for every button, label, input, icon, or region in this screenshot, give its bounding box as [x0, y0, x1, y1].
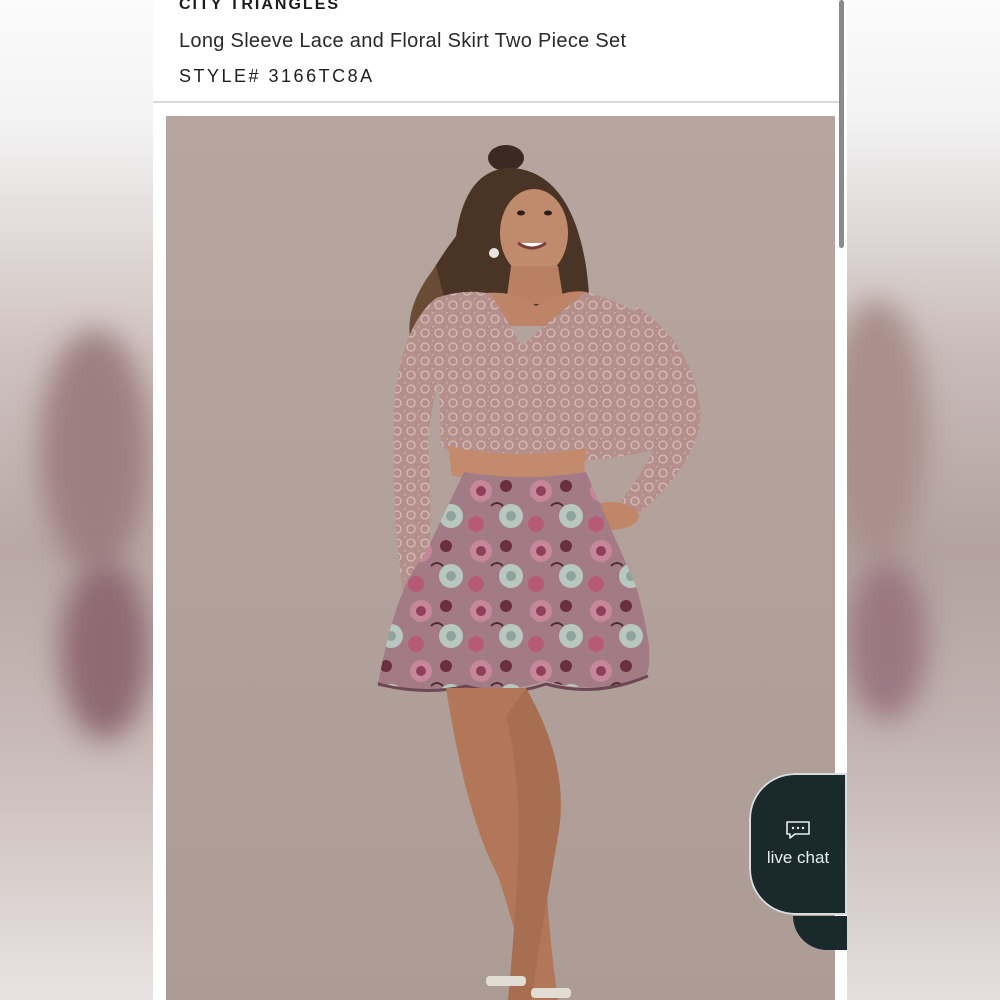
- right-blurred-backdrop: [847, 0, 1000, 1000]
- header-divider: [153, 101, 843, 103]
- live-chat-button[interactable]: live chat: [749, 773, 847, 915]
- chat-bubble-icon: [786, 821, 810, 839]
- brand-name[interactable]: CITY TRIANGLES: [179, 0, 340, 14]
- product-page: CITY TRIANGLES Long Sleeve Lace and Flor…: [153, 0, 847, 1000]
- product-title: Long Sleeve Lace and Floral Skirt Two Pi…: [179, 30, 627, 52]
- left-blurred-backdrop: [0, 0, 153, 1000]
- scrollbar-thumb[interactable]: [839, 0, 844, 248]
- model-illustration: [377, 145, 701, 1000]
- style-number: STYLE# 3166TC8A: [179, 66, 375, 86]
- live-chat-label: live chat: [766, 848, 830, 867]
- product-photo[interactable]: [166, 116, 835, 1000]
